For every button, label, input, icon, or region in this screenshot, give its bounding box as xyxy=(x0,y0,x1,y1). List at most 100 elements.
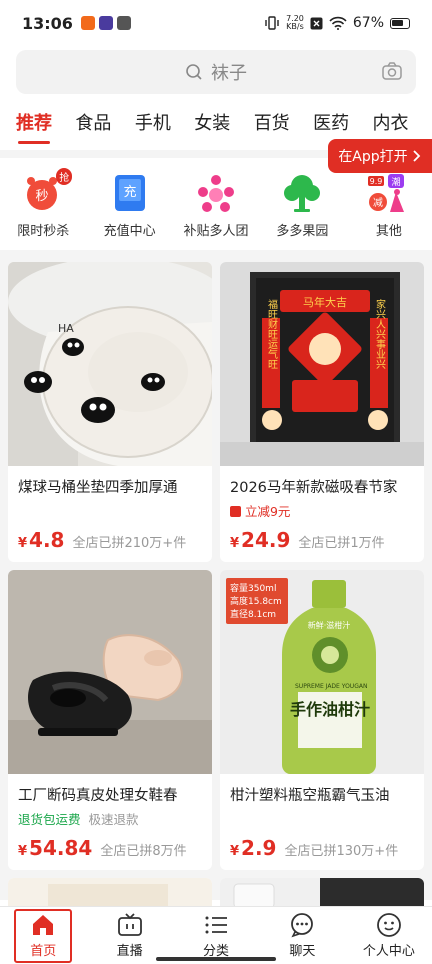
quick-others[interactable]: 9.9 潮 减 其他 xyxy=(346,166,432,248)
recharge-icon: 充 xyxy=(109,172,151,214)
gesture-home-indicator[interactable] xyxy=(156,957,276,961)
product-card[interactable]: 容量350ml 高度15.8cm 直径8.1cm 新鲜·滋柑汁 SUPREME … xyxy=(220,570,424,870)
open-in-app-button[interactable]: 在App打开 xyxy=(328,139,432,173)
free-return-tag: 退货包运费 xyxy=(18,812,81,827)
app-notification-icon xyxy=(80,16,95,30)
nav-live[interactable]: 直播 xyxy=(86,907,172,964)
status-bar: 13:06 7.20 KB/s 67% xyxy=(0,0,432,46)
product-card[interactable]: 马年大吉 福旺财旺运气旺 家兴人兴事业兴 2026马年新款磁吸春节家 立减9元 … xyxy=(220,262,424,562)
vibrate-icon xyxy=(265,16,279,30)
svg-text:手作油柑汁: 手作油柑汁 xyxy=(290,700,370,719)
quick-label: 充值中心 xyxy=(103,224,156,239)
alarm-clock-icon: 秒 抢 xyxy=(22,168,73,214)
product-card-partial[interactable] xyxy=(8,878,212,908)
product-price: 2.9 xyxy=(241,836,277,860)
product-price: 4.8 xyxy=(29,528,65,552)
currency-symbol: ¥ xyxy=(18,536,28,551)
quick-orchard[interactable]: 多多果园 xyxy=(259,166,345,248)
sold-count: 全店已拼8万件 xyxy=(100,844,187,859)
svg-text:9.9: 9.9 xyxy=(369,177,382,186)
product-card[interactable]: 工厂断码真皮处理女鞋春 退货包运费 极速退款 ¥ 54.84 全店已拼8万件 xyxy=(8,570,212,870)
app-notification-icon xyxy=(98,16,113,30)
product-price: 24.9 xyxy=(241,528,291,552)
wifi-icon xyxy=(329,16,347,30)
others-icon: 9.9 潮 减 xyxy=(367,172,410,214)
home-selection-highlight xyxy=(14,909,72,963)
sold-count: 全店已拼210万+件 xyxy=(72,536,187,551)
product-card-partial[interactable] xyxy=(220,878,424,908)
svg-text:容量350ml: 容量350ml xyxy=(230,582,276,594)
svg-text:秒: 秒 xyxy=(36,189,49,204)
currency-symbol: ¥ xyxy=(230,536,240,551)
search-bar[interactable]: 袜子 xyxy=(16,50,416,94)
tab-general-goods[interactable]: 百货 xyxy=(254,108,313,148)
quick-label: 补贴多人团 xyxy=(183,224,249,239)
camera-icon[interactable] xyxy=(382,62,402,80)
product-title: 柑汁塑料瓶空瓶霸气玉油 xyxy=(230,788,390,804)
svg-text:HA: HA xyxy=(58,322,74,335)
network-speed: 7.20 KB/s xyxy=(286,14,304,31)
fast-refund-tag: 极速退款 xyxy=(88,812,139,827)
product-tags: 退货包运费 极速退款 xyxy=(8,805,212,827)
nav-label: 聊天 xyxy=(289,944,316,959)
nav-category[interactable]: 分类 xyxy=(173,907,259,964)
message-notification-icon xyxy=(116,16,131,30)
group-buy-icon xyxy=(195,172,237,214)
chat-bubble-icon xyxy=(291,913,314,938)
discount-icon xyxy=(230,506,241,517)
quick-label: 多多果园 xyxy=(276,224,329,239)
battery-percent: 67% xyxy=(352,15,384,31)
close-box-icon xyxy=(310,17,323,29)
product-price-row: ¥ 24.9 全店已拼1万件 xyxy=(230,528,385,552)
sold-count: 全店已拼1万件 xyxy=(298,536,385,551)
svg-text:SUPREME JADE YOUGAN: SUPREME JADE YOUGAN xyxy=(295,683,367,690)
currency-symbol: ¥ xyxy=(18,844,28,859)
product-image-toilet-seat: HA xyxy=(8,262,212,466)
search-icon xyxy=(186,64,202,80)
svg-text:充: 充 xyxy=(123,184,136,200)
tab-recommend[interactable]: 推荐 xyxy=(16,108,75,148)
category-list-icon xyxy=(205,916,228,934)
product-image-juice-bottle: 容量350ml 高度15.8cm 直径8.1cm 新鲜·滋柑汁 SUPREME … xyxy=(220,570,424,774)
svg-text:马年大吉: 马年大吉 xyxy=(303,295,347,309)
quick-group-buy[interactable]: 补贴多人团 xyxy=(173,166,259,248)
chevron-right-icon xyxy=(413,150,420,162)
grab-badge: 抢 xyxy=(56,168,73,185)
profile-icon xyxy=(376,913,401,937)
nav-chat[interactable]: 聊天 xyxy=(259,907,345,964)
quick-label: 其他 xyxy=(375,224,402,239)
nav-label: 直播 xyxy=(116,944,143,959)
product-title: 煤球马桶坐垫四季加厚通 xyxy=(18,480,178,496)
product-image-women-shoes xyxy=(8,570,212,774)
nav-profile[interactable]: 个人中心 xyxy=(346,907,432,964)
discount-tag: 立减9元 xyxy=(244,504,291,519)
tab-women-clothing[interactable]: 女装 xyxy=(194,108,253,148)
product-grid: HA 煤球马桶坐垫四季加厚通 ¥ 4.8 全店已拼210万+件 马年大吉 福旺财… xyxy=(8,262,424,870)
product-tags: 立减9元 xyxy=(220,497,424,519)
search-placeholder: 袜子 xyxy=(211,63,247,84)
tab-phone[interactable]: 手机 xyxy=(135,108,194,148)
svg-text:福旺财旺运气旺: 福旺财旺运气旺 xyxy=(266,298,278,369)
product-price-row: ¥ 2.9 全店已拼130万+件 xyxy=(230,836,398,860)
bottom-navigation: 首页 直播 分类 聊天 个人中心 xyxy=(0,906,432,964)
svg-text:直径8.1cm: 直径8.1cm xyxy=(230,608,276,620)
sold-count: 全店已拼130万+件 xyxy=(284,844,399,859)
quick-entry-row: 秒 抢 限时秒杀 充 充值中心 补贴多人团 多多果园 9.9 潮 减 其他 xyxy=(0,166,432,248)
battery-icon xyxy=(390,17,410,29)
product-card[interactable]: HA 煤球马桶坐垫四季加厚通 ¥ 4.8 全店已拼210万+件 xyxy=(8,262,212,562)
svg-text:潮: 潮 xyxy=(391,176,400,188)
product-image-spring-couplets: 马年大吉 福旺财旺运气旺 家兴人兴事业兴 xyxy=(220,262,424,466)
currency-symbol: ¥ xyxy=(230,844,240,859)
orchard-tree-icon xyxy=(281,172,323,214)
product-title: 2026马年新款磁吸春节家 xyxy=(230,480,398,496)
nav-label: 个人中心 xyxy=(362,944,415,959)
status-time: 13:06 xyxy=(22,13,73,33)
tab-food[interactable]: 食品 xyxy=(75,108,134,148)
quick-flash-sale[interactable]: 秒 抢 限时秒杀 xyxy=(0,166,86,248)
product-price-row: ¥ 54.84 全店已拼8万件 xyxy=(18,836,187,860)
product-price: 54.84 xyxy=(29,836,93,860)
product-tags xyxy=(220,805,424,827)
quick-label: 限时秒杀 xyxy=(17,224,70,239)
quick-recharge[interactable]: 充 充值中心 xyxy=(86,166,172,248)
product-title: 工厂断码真皮处理女鞋春 xyxy=(18,788,178,804)
